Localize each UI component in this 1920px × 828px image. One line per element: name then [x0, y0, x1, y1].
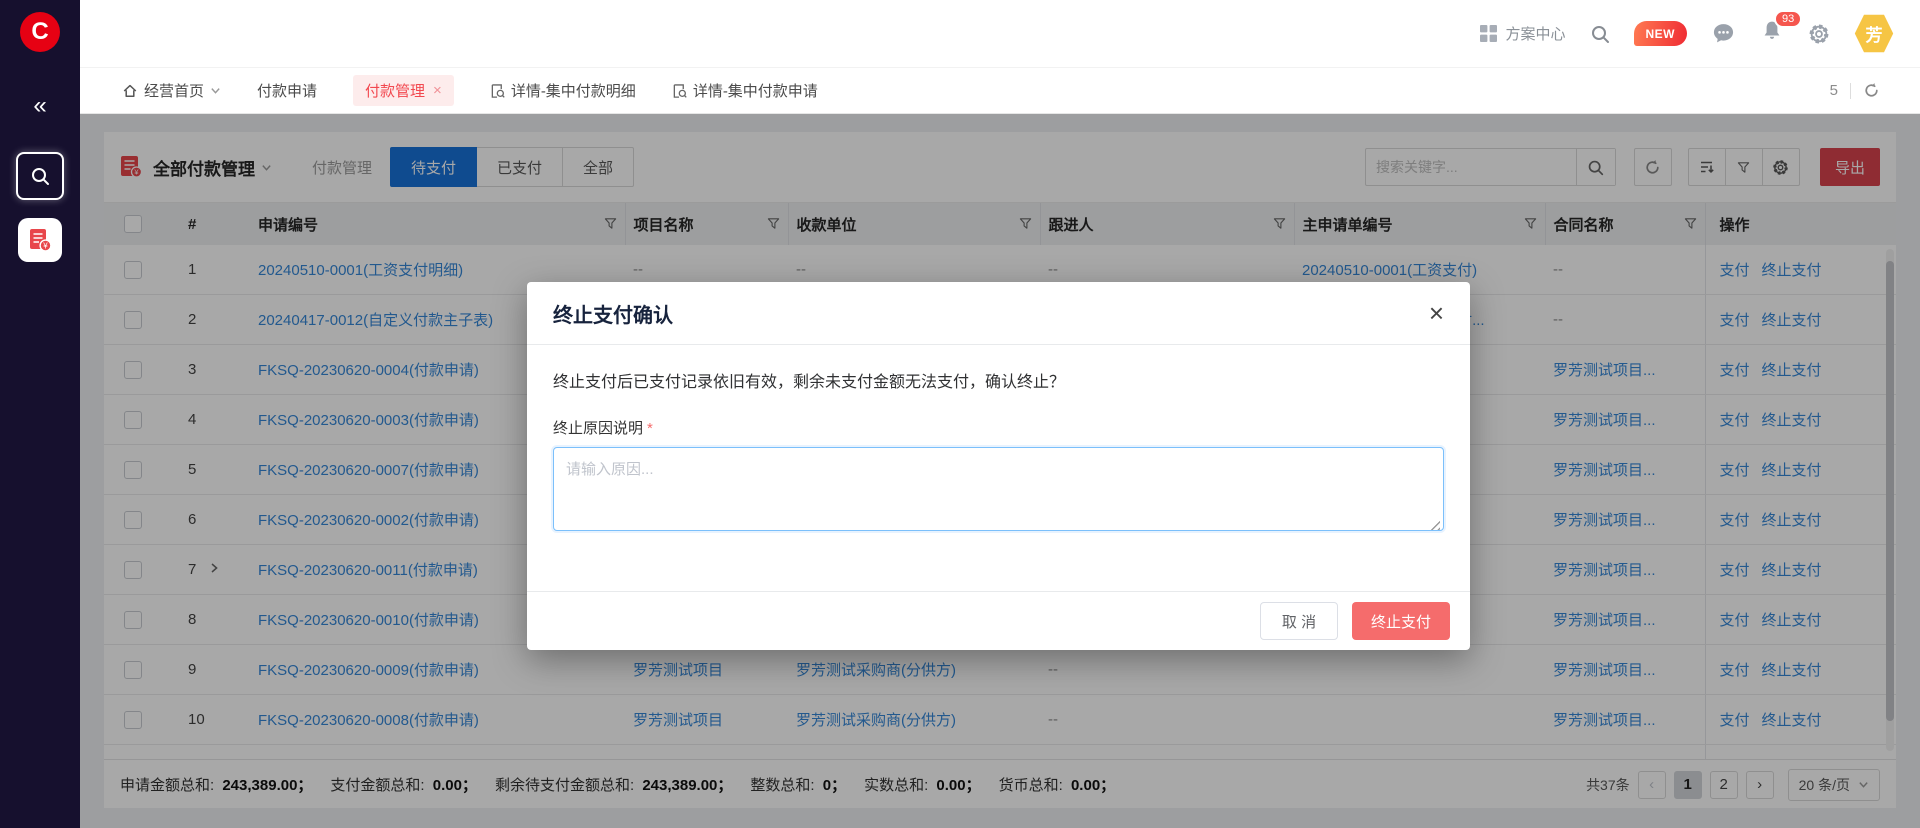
reason-textarea[interactable] [553, 447, 1444, 531]
sidebar-collapse-button[interactable]: « [33, 94, 46, 118]
required-mark: * [647, 420, 653, 437]
confirm-message: 终止支付后已支付记录依旧有效，剩余未支付金额无法支付，确认终止？ [553, 371, 1444, 395]
svg-text:¥: ¥ [42, 241, 48, 250]
sidebar-payment-module-icon[interactable]: ¥ [18, 218, 62, 262]
divider [1850, 83, 1851, 99]
tab-label: 付款管理 [365, 80, 425, 101]
tab-label: 详情-集中付款申请 [693, 80, 818, 101]
avatar[interactable]: 芳 [1854, 14, 1894, 54]
search-icon[interactable] [1590, 24, 1610, 44]
close-tab-icon[interactable]: × [433, 82, 442, 99]
gear-icon[interactable] [1808, 23, 1830, 45]
home-icon [122, 83, 138, 99]
notifications-button[interactable]: 93 [1760, 19, 1784, 48]
new-feature-badge[interactable]: NEW [1634, 21, 1688, 46]
refresh-icon[interactable] [1863, 82, 1880, 99]
logo-letter: C [31, 18, 48, 46]
sidebar: C « ¥ [0, 0, 80, 828]
grid-icon [1480, 25, 1497, 42]
sidebar-search-tool[interactable] [16, 152, 64, 200]
breadcrumb-tab-bar: 经营首页 付款申请 付款管理 × 详情-集中付款明细 详情-集中付款申请 5 [80, 68, 1920, 114]
reason-field-label: 终止原因说明* [553, 417, 1444, 438]
solution-center-label: 方案中心 [1505, 23, 1565, 44]
search-icon [30, 166, 50, 186]
tab-label: 经营首页 [144, 80, 204, 101]
tab-count: 5 [1830, 82, 1838, 99]
terminate-payment-button[interactable]: 终止支付 [1352, 602, 1450, 640]
dialog-footer: 取 消 终止支付 [527, 591, 1470, 650]
dialog-body: 终止支付后已支付记录依旧有效，剩余未支付金额无法支付，确认终止？ 终止原因说明* [527, 345, 1470, 536]
tab-label: 详情-集中付款明细 [511, 80, 636, 101]
payment-doc-icon: ¥ [26, 226, 54, 254]
tab-label: 付款申请 [257, 80, 317, 101]
solution-center-link[interactable]: 方案中心 [1480, 23, 1565, 44]
tab-item-4[interactable]: 详情-集中付款申请 [672, 80, 818, 101]
dialog-header: 终止支付确认 × [527, 282, 1470, 345]
message-icon[interactable] [1711, 21, 1736, 46]
app-logo[interactable]: C [20, 12, 60, 52]
tab-item-0[interactable]: 经营首页 [122, 80, 221, 101]
document-search-icon [672, 83, 687, 99]
tab-item-1[interactable]: 付款申请 [257, 80, 317, 101]
top-header: 方案中心 NEW 93 芳 [80, 0, 1920, 68]
cancel-button[interactable]: 取 消 [1260, 602, 1338, 640]
dialog-title: 终止支付确认 [553, 299, 673, 328]
tab-item-3[interactable]: 详情-集中付款明细 [490, 80, 636, 101]
reason-label-text: 终止原因说明 [553, 420, 643, 437]
chevron-down-icon [210, 85, 221, 96]
document-search-icon [490, 83, 505, 99]
terminate-payment-dialog: 终止支付确认 × 终止支付后已支付记录依旧有效，剩余未支付金额无法支付，确认终止… [527, 282, 1470, 650]
close-icon[interactable]: × [1429, 300, 1444, 326]
tab-item-2[interactable]: 付款管理 × [353, 75, 454, 106]
notification-count-badge: 93 [1774, 10, 1802, 28]
